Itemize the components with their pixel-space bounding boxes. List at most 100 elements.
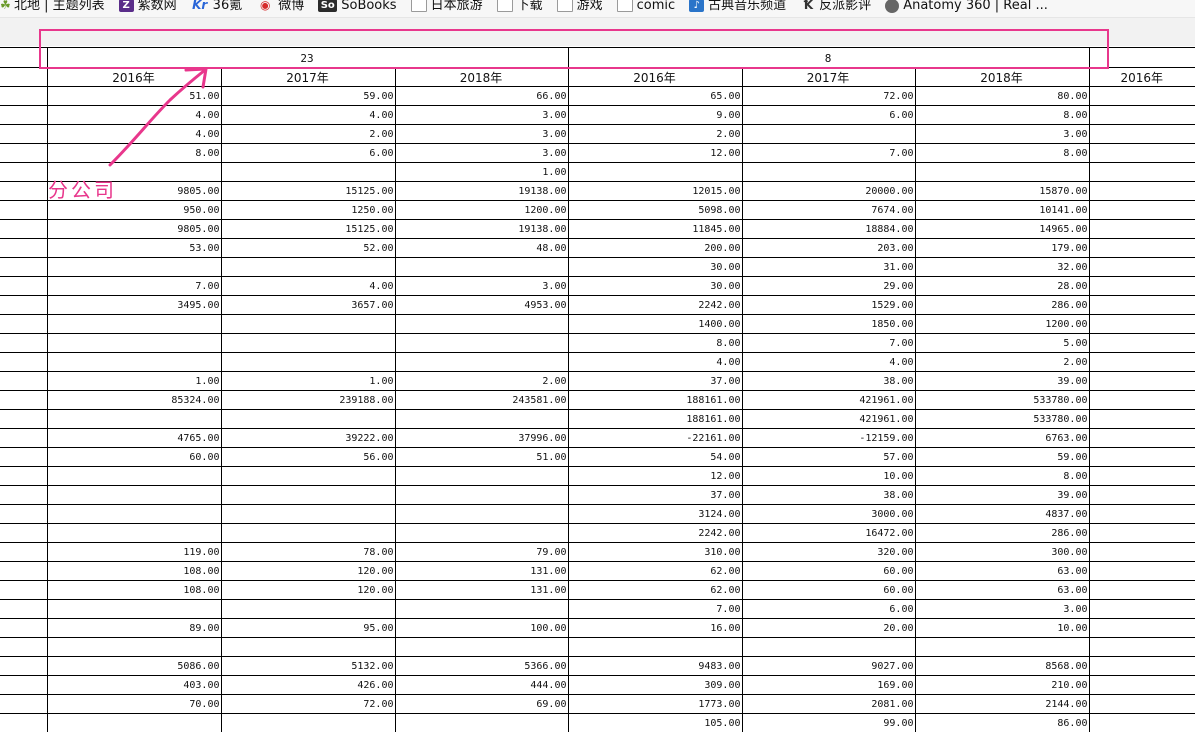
table-cell[interactable]: 9483.00 <box>567 656 743 676</box>
table-cell[interactable]: 63.00 <box>914 580 1090 600</box>
table-cell[interactable]: 2242.00 <box>567 523 743 543</box>
table-cell[interactable]: 4837.00 <box>914 504 1090 524</box>
table-cell[interactable] <box>0 86 48 106</box>
table-cell[interactable]: 4765.00 <box>46 428 222 448</box>
table-cell[interactable] <box>1088 314 1195 334</box>
table-cell[interactable] <box>0 352 48 372</box>
table-cell[interactable] <box>46 637 222 657</box>
table-cell[interactable]: 203.00 <box>741 238 916 258</box>
table-cell[interactable] <box>1088 86 1195 106</box>
table-cell[interactable] <box>1088 599 1195 619</box>
table-cell[interactable] <box>0 143 48 163</box>
table-cell[interactable] <box>1088 580 1195 600</box>
table-cell[interactable] <box>0 390 48 410</box>
table-cell[interactable] <box>46 599 222 619</box>
table-cell[interactable]: 8.00 <box>914 143 1090 163</box>
table-cell[interactable]: 239188.00 <box>220 390 396 410</box>
table-cell[interactable]: 426.00 <box>220 675 396 695</box>
bookmark-item[interactable]: 日本旅游 <box>410 0 483 14</box>
table-cell[interactable] <box>0 333 48 353</box>
table-cell[interactable] <box>0 257 48 277</box>
table-cell[interactable] <box>1088 162 1195 182</box>
table-cell[interactable]: 286.00 <box>914 295 1090 315</box>
table-cell[interactable] <box>0 124 48 144</box>
table-cell[interactable]: 20.00 <box>741 618 916 638</box>
table-cell[interactable]: 51.00 <box>394 447 569 467</box>
table-cell[interactable]: 5.00 <box>914 333 1090 353</box>
table-cell[interactable]: 10.00 <box>741 466 916 486</box>
table-cell[interactable]: 169.00 <box>741 675 916 695</box>
table-cell[interactable] <box>1088 238 1195 258</box>
table-cell[interactable]: 2.00 <box>220 124 396 144</box>
table-cell[interactable]: 210.00 <box>914 675 1090 695</box>
table-cell[interactable]: 12.00 <box>567 143 743 163</box>
table-cell[interactable]: 7.00 <box>741 143 916 163</box>
table-cell[interactable] <box>1088 371 1195 391</box>
table-cell[interactable] <box>0 675 48 695</box>
table-cell[interactable]: 1200.00 <box>394 200 569 220</box>
bookmark-item[interactable]: Anatomy 360 | Real ... <box>885 0 1048 14</box>
table-cell[interactable]: 1529.00 <box>741 295 916 315</box>
table-cell[interactable]: 2.00 <box>914 352 1090 372</box>
table-cell[interactable]: 65.00 <box>567 86 743 106</box>
table-cell[interactable] <box>0 162 48 182</box>
table-cell[interactable]: 1250.00 <box>220 200 396 220</box>
table-cell[interactable] <box>394 257 569 277</box>
table-cell[interactable]: 15870.00 <box>914 181 1090 201</box>
table-cell[interactable] <box>0 523 48 543</box>
table-cell[interactable] <box>220 314 396 334</box>
table-cell[interactable]: 200.00 <box>567 238 743 258</box>
table-cell[interactable]: 105.00 <box>567 713 743 732</box>
table-cell[interactable]: 70.00 <box>46 694 222 714</box>
table-cell[interactable] <box>1088 447 1195 467</box>
table-cell[interactable] <box>394 485 569 505</box>
table-cell[interactable] <box>0 295 48 315</box>
table-cell[interactable]: 7.00 <box>741 333 916 353</box>
table-cell[interactable] <box>914 162 1090 182</box>
table-cell[interactable]: 79.00 <box>394 542 569 562</box>
table-cell[interactable]: -22161.00 <box>567 428 743 448</box>
table-cell[interactable]: 2.00 <box>567 124 743 144</box>
table-cell[interactable] <box>1088 143 1195 163</box>
table-cell[interactable] <box>567 162 743 182</box>
table-cell[interactable] <box>394 409 569 429</box>
table-cell[interactable]: 421961.00 <box>741 390 916 410</box>
table-cell[interactable]: 6763.00 <box>914 428 1090 448</box>
table-cell[interactable]: 3.00 <box>914 124 1090 144</box>
table-cell[interactable] <box>0 47 48 68</box>
table-cell[interactable]: 7.00 <box>567 599 743 619</box>
table-cell[interactable]: 7.00 <box>46 276 222 296</box>
table-cell[interactable]: 16.00 <box>567 618 743 638</box>
table-cell[interactable]: 86.00 <box>914 713 1090 732</box>
table-cell[interactable]: 950.00 <box>46 200 222 220</box>
bookmark-item[interactable]: 游戏 <box>556 0 603 14</box>
table-cell[interactable] <box>0 694 48 714</box>
table-cell[interactable]: 533780.00 <box>914 409 1090 429</box>
table-cell[interactable]: 80.00 <box>914 86 1090 106</box>
table-cell[interactable] <box>1088 675 1195 695</box>
table-cell[interactable]: 72.00 <box>741 86 916 106</box>
table-cell[interactable]: 66.00 <box>394 86 569 106</box>
table-cell[interactable] <box>0 542 48 562</box>
table-cell[interactable] <box>0 181 48 201</box>
bookmark-item[interactable]: Kr 36氪 <box>191 0 242 14</box>
table-cell[interactable]: 30.00 <box>567 276 743 296</box>
table-cell[interactable] <box>220 523 396 543</box>
table-cell[interactable] <box>394 504 569 524</box>
table-cell[interactable]: 2017年 <box>741 67 916 87</box>
table-cell[interactable]: 7674.00 <box>741 200 916 220</box>
table-cell[interactable] <box>0 637 48 657</box>
table-cell[interactable]: 39.00 <box>914 485 1090 505</box>
table-cell[interactable] <box>394 523 569 543</box>
table-cell[interactable]: 53.00 <box>46 238 222 258</box>
table-cell[interactable]: 60.00 <box>46 447 222 467</box>
table-cell[interactable] <box>0 504 48 524</box>
table-cell[interactable]: 4.00 <box>220 105 396 125</box>
table-cell[interactable]: 3124.00 <box>567 504 743 524</box>
table-cell[interactable]: 2018年 <box>394 67 569 87</box>
table-cell[interactable]: 1200.00 <box>914 314 1090 334</box>
table-cell[interactable]: 188161.00 <box>567 409 743 429</box>
table-cell[interactable] <box>0 713 48 732</box>
table-cell[interactable]: 2018年 <box>914 67 1090 87</box>
table-cell[interactable]: 2016年 <box>567 67 743 87</box>
